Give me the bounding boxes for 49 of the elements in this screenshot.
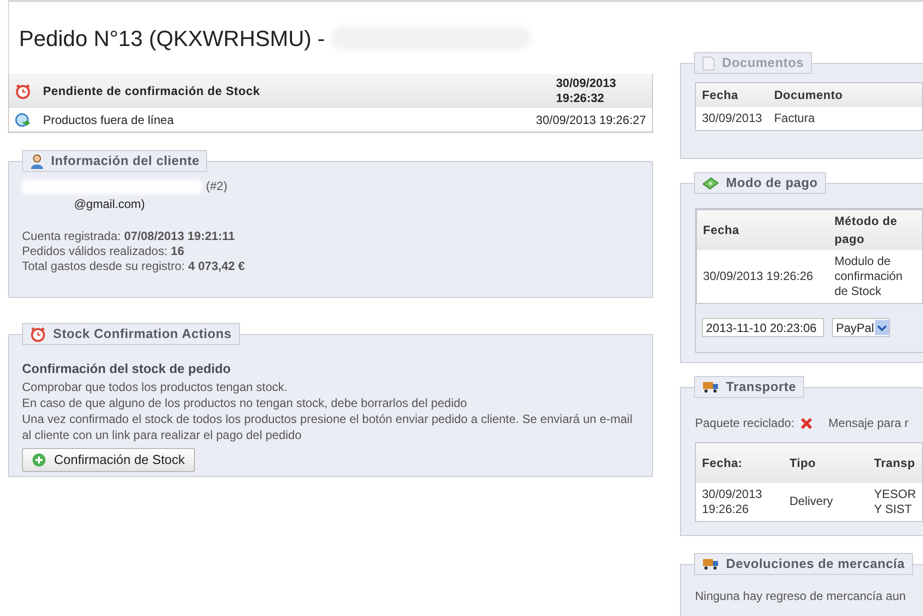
panel-title: Documentos	[722, 54, 804, 72]
table-cell: Modulo de confirmación de Stock	[828, 250, 922, 303]
table-cell: Factura	[768, 106, 922, 130]
column-header: Fecha:	[696, 442, 784, 482]
section-heading: Confirmación del stock de pedido	[22, 360, 232, 378]
panel-title: Información del cliente	[51, 152, 200, 170]
user-icon	[30, 154, 44, 168]
customer-stat: Cuenta registrada: 07/08/2013 19:21:11	[22, 229, 236, 244]
truck-icon	[702, 558, 719, 570]
table-cell: Delivery	[784, 482, 868, 521]
message-label: Mensaje para r	[828, 415, 908, 432]
column-header: Fecha	[696, 82, 768, 106]
status-label: Pendiente de confirmación de Stock	[43, 82, 261, 100]
returns-message: Ninguna hay regreso de mercancía aun	[695, 589, 906, 603]
table-cell: YESOR Y SIST	[868, 482, 922, 521]
alarm-clock-icon	[15, 82, 31, 98]
confirm-stock-button[interactable]: Confirmación de Stock	[22, 448, 195, 472]
status-date: 30/09/2013 19:26:32	[556, 76, 618, 106]
instruction-text: En caso de que alguno de los productos no tengan stock, debe borrarlos del pedido	[22, 394, 468, 410]
column-header: Tipo	[784, 442, 868, 482]
customer-stat: Total gastos desde su registro: 4 073,42 €	[22, 259, 246, 274]
recycled-label: Paquete reciclado:	[695, 415, 794, 432]
column-header: Transp	[868, 442, 922, 482]
panel-title: Modo de pago	[726, 174, 818, 192]
column-header: Método de pago	[828, 210, 922, 250]
panel-title: Stock Confirmation Actions	[53, 325, 232, 344]
table-cell: 30/09/2013 19:26:26	[696, 250, 828, 303]
column-header: Documento	[768, 82, 922, 106]
customer-stat: Pedidos válidos realizados: 16	[22, 244, 186, 259]
customer-id: (#2)	[206, 178, 228, 195]
panel-title: Transporte	[726, 378, 796, 396]
instruction-text: Una vez confirmado el stock de todos los productos presione el botón enviar pedido a cliente. Se enviará un e-mail al cliente con un link para realizar el pago del pedido	[22, 410, 634, 442]
column-header: Fecha	[696, 210, 828, 250]
alarm-clock-icon	[30, 326, 46, 342]
truck-icon	[702, 381, 719, 393]
banknote-icon	[702, 176, 719, 190]
status-date: 30/09/2013 19:26:27	[536, 112, 646, 128]
instruction-text: Comprobar que todos los productos tengan stock.	[22, 378, 288, 394]
date-input-field[interactable]: 2013-11-10 20:23:06	[702, 318, 824, 337]
customer-email: @gmail.com)	[74, 196, 145, 213]
panel-title: Devoluciones de mercancía	[726, 555, 905, 574]
page-title: Pedido N°13 (QKXWRHSMU) -	[19, 24, 325, 52]
table-cell: 30/09/2013	[696, 106, 768, 130]
payment-method-select[interactable]: PayPal	[832, 318, 890, 337]
table-cell: 30/09/2013 19:26:26	[696, 482, 784, 521]
dropdown-caret-icon	[875, 320, 890, 335]
plus-circle-icon	[32, 452, 46, 466]
status-label: Productos fuera de línea	[43, 112, 175, 128]
document-icon	[702, 56, 715, 70]
